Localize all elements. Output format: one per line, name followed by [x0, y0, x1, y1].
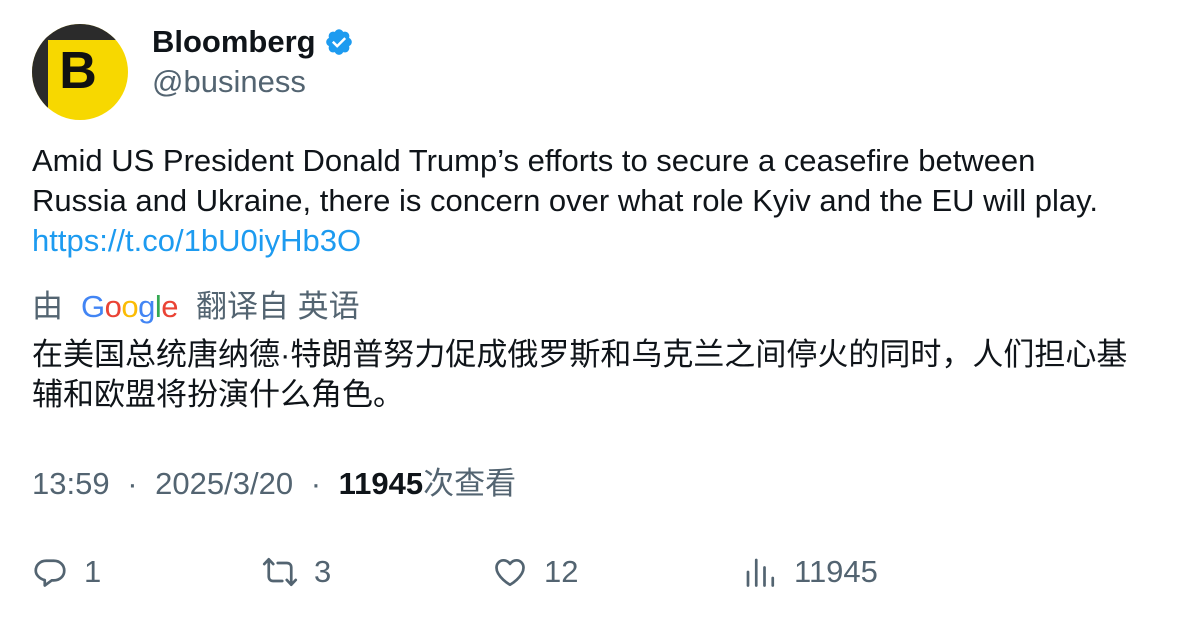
translated-by-suffix: 翻译自 英语 — [196, 289, 360, 324]
tweet-text-line-2: Russia and Ukraine, there is concern ove… — [32, 183, 1098, 218]
avatar[interactable]: B — [32, 24, 128, 120]
translated-by-prefix: 由 — [32, 289, 63, 324]
translated-body: 在美国总统唐纳德·特朗普努力促成俄罗斯和乌克兰之间停火的同时，人们担心基 辅和欧… — [32, 335, 1172, 415]
reply-count: 1 — [84, 554, 102, 589]
action-bar: 1 3 12 11945 — [0, 550, 1196, 594]
like-count: 12 — [544, 554, 579, 589]
author-name[interactable]: Bloomberg — [152, 22, 354, 62]
translated-text-line-2: 辅和欧盟将扮演什么角色。 — [32, 377, 404, 412]
tweet-body: Amid US President Donald Trump’s efforts… — [32, 141, 1172, 261]
reply-icon — [34, 559, 66, 587]
views-count: 11945 — [338, 466, 424, 501]
author-name-text: Bloomberg — [152, 24, 316, 59]
retweet-icon — [262, 557, 298, 587]
retweet-count: 3 — [314, 554, 332, 589]
tweet-meta: 13:59 · 2025/3/20 · 11945次查看 — [32, 464, 516, 504]
tweet-link[interactable]: https://t.co/1bU0iyHb3O — [32, 223, 361, 258]
tweet-date[interactable]: 2025/3/20 — [155, 466, 293, 501]
views-button[interactable]: 11945 — [742, 550, 878, 594]
views-icon — [746, 558, 775, 587]
tweet-text-line-1: Amid US President Donald Trump’s efforts… — [32, 143, 1036, 178]
avatar-letter: B — [59, 42, 97, 100]
tweet-time[interactable]: 13:59 — [32, 466, 110, 501]
tweet-card: B Bloomberg @business Amid US President … — [0, 0, 1196, 618]
like-button[interactable]: 12 — [492, 550, 578, 594]
translated-text-line-1: 在美国总统唐纳德·特朗普努力促成俄罗斯和乌克兰之间停火的同时，人们担心基 — [32, 337, 1128, 372]
verified-badge-icon — [325, 29, 352, 55]
reply-button[interactable]: 1 — [32, 550, 101, 594]
views-action-count: 11945 — [794, 554, 878, 589]
google-logo-icon: Google — [81, 289, 179, 324]
heart-icon — [495, 558, 525, 587]
translated-by-bar[interactable]: 由 Google 翻译自 英语 — [32, 287, 360, 327]
meta-separator-1: · — [127, 466, 138, 501]
retweet-button[interactable]: 3 — [262, 550, 331, 594]
views-label: 次查看 — [423, 466, 517, 501]
author-handle[interactable]: @business — [152, 62, 306, 102]
avatar-shade-left — [32, 24, 48, 120]
meta-separator-2: · — [310, 466, 322, 501]
